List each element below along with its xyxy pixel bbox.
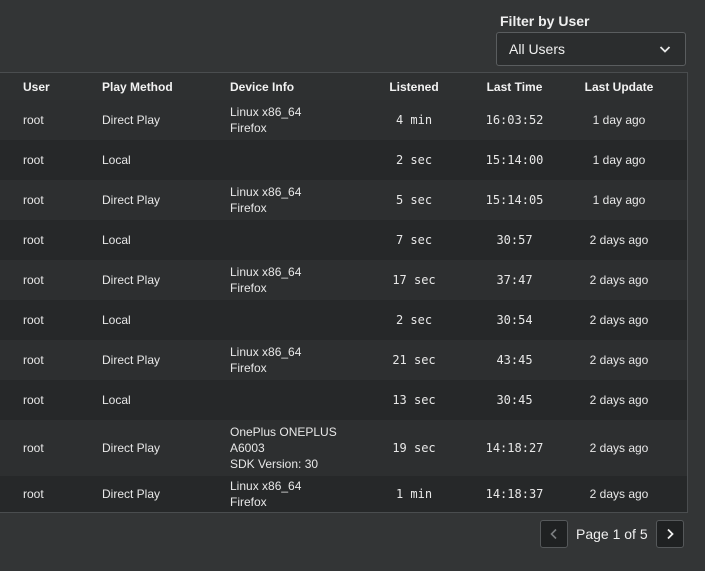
device-line: Firefox (230, 495, 267, 509)
device-line: Firefox (230, 361, 267, 375)
cell-user: root (23, 353, 44, 367)
table-row[interactable]: root Direct Play Linux x86_64 Firefox 5 … (0, 180, 687, 220)
device-line: Firefox (230, 281, 267, 295)
chevron-down-icon (659, 46, 671, 53)
table-row[interactable]: root Local 13 sec 30:45 2 days ago (0, 380, 687, 420)
cell-last-time: 16:03:52 (485, 113, 544, 127)
cell-play-method: Local (102, 393, 131, 407)
prev-page-button[interactable] (540, 520, 568, 548)
cell-listened: 2 sec (395, 153, 433, 167)
device-line: A6003 (230, 441, 265, 455)
cell-last-time: 14:18:27 (485, 441, 544, 455)
cell-play-method: Direct Play (102, 193, 161, 207)
next-page-button[interactable] (655, 520, 684, 548)
device-line: Firefox (230, 201, 267, 215)
cell-device-info: Linux x86_64 Firefox (230, 264, 370, 296)
cell-play-method: Local (102, 153, 131, 167)
header-device-info[interactable]: Device Info (230, 79, 370, 95)
device-line: Linux x86_64 (230, 185, 302, 199)
header-listened[interactable]: Listened (370, 80, 458, 94)
cell-listened: 4 min (395, 113, 433, 127)
device-line: Firefox (230, 121, 267, 135)
table-row[interactable]: root Direct Play Linux x86_64 Firefox 1 … (0, 476, 687, 512)
cell-listened: 5 sec (395, 193, 433, 207)
cell-last-time: 37:47 (496, 273, 533, 287)
cell-play-method: Direct Play (102, 441, 161, 455)
cell-device-info: Linux x86_64 Firefox (230, 344, 370, 376)
cell-last-update: 2 days ago (589, 353, 649, 367)
table-row[interactable]: root Local 2 sec 30:54 2 days ago (0, 300, 687, 340)
cell-play-method: Direct Play (102, 487, 161, 501)
cell-last-time: 14:18:37 (485, 487, 544, 501)
header-last-time[interactable]: Last Time (458, 80, 571, 94)
cell-listened: 13 sec (392, 393, 436, 407)
cell-listened: 2 sec (395, 313, 433, 327)
cell-listened: 19 sec (392, 441, 436, 455)
header-play-method[interactable]: Play Method (102, 80, 230, 94)
cell-user: root (23, 313, 44, 327)
device-line: Linux x86_64 (230, 345, 302, 359)
cell-user: root (23, 113, 44, 127)
cell-last-time: 30:45 (496, 393, 533, 407)
table-row[interactable]: root Direct Play Linux x86_64 Firefox 21… (0, 340, 687, 380)
chevron-right-icon (666, 528, 674, 540)
table-row[interactable]: root Direct Play Linux x86_64 Firefox 17… (0, 260, 687, 300)
user-filter-select[interactable]: All Users (496, 32, 686, 66)
cell-last-time: 30:57 (496, 233, 533, 247)
device-line: OnePlus ONEPLUS (230, 425, 337, 439)
cell-user: root (23, 441, 44, 455)
chevron-left-icon (550, 528, 557, 540)
cell-play-method: Local (102, 313, 131, 327)
cell-user: root (23, 193, 44, 207)
cell-last-time: 15:14:05 (485, 193, 544, 207)
cell-user: root (23, 487, 44, 501)
cell-device-info: Linux x86_64 Firefox (230, 478, 370, 510)
cell-play-method: Local (102, 233, 131, 247)
device-line: SDK Version: 30 (230, 457, 319, 471)
filter-label: Filter by User (500, 13, 590, 29)
cell-last-update: 2 days ago (589, 487, 649, 501)
cell-last-time: 15:14:00 (485, 153, 544, 167)
header-user[interactable]: User (0, 80, 102, 94)
cell-listened: 17 sec (392, 273, 436, 287)
pagination: Page 1 of 5 (540, 520, 684, 548)
page-indicator: Page 1 of 5 (576, 526, 648, 542)
cell-play-method: Direct Play (102, 113, 161, 127)
device-line: Linux x86_64 (230, 105, 302, 119)
cell-last-time: 43:45 (496, 353, 533, 367)
cell-last-update: 2 days ago (589, 273, 649, 287)
header-last-update[interactable]: Last Update (571, 80, 667, 94)
cell-device-info: OnePlus ONEPLUS A6003 SDK Version: 30 (230, 424, 370, 472)
play-history-page: Filter by User All Users User Play Metho… (0, 0, 705, 571)
table-row[interactable]: root Direct Play OnePlus ONEPLUS A6003 S… (0, 420, 687, 476)
table-row[interactable]: root Local 7 sec 30:57 2 days ago (0, 220, 687, 260)
cell-device-info: Linux x86_64 Firefox (230, 184, 370, 216)
cell-play-method: Direct Play (102, 353, 161, 367)
device-line: Linux x86_64 (230, 479, 302, 493)
cell-last-update: 1 day ago (592, 113, 646, 127)
device-line: Linux x86_64 (230, 265, 302, 279)
cell-last-update: 1 day ago (592, 153, 646, 167)
cell-listened: 1 min (395, 487, 433, 501)
cell-last-update: 2 days ago (589, 393, 649, 407)
cell-user: root (23, 393, 44, 407)
cell-play-method: Direct Play (102, 273, 161, 287)
table-header: User Play Method Device Info Listened La… (0, 73, 687, 100)
cell-last-update: 2 days ago (589, 441, 649, 455)
cell-last-time: 30:54 (496, 313, 533, 327)
cell-listened: 7 sec (395, 233, 433, 247)
table-row[interactable]: root Local 2 sec 15:14:00 1 day ago (0, 140, 687, 180)
play-history-table: User Play Method Device Info Listened La… (0, 72, 688, 513)
cell-user: root (23, 233, 44, 247)
table-row[interactable]: root Direct Play Linux x86_64 Firefox 4 … (0, 100, 687, 140)
cell-user: root (23, 273, 44, 287)
cell-last-update: 2 days ago (589, 233, 649, 247)
cell-listened: 21 sec (392, 353, 436, 367)
cell-last-update: 1 day ago (592, 193, 646, 207)
user-filter-value: All Users (509, 41, 566, 57)
cell-device-info: Linux x86_64 Firefox (230, 104, 370, 136)
cell-last-update: 2 days ago (589, 313, 649, 327)
cell-user: root (23, 153, 44, 167)
